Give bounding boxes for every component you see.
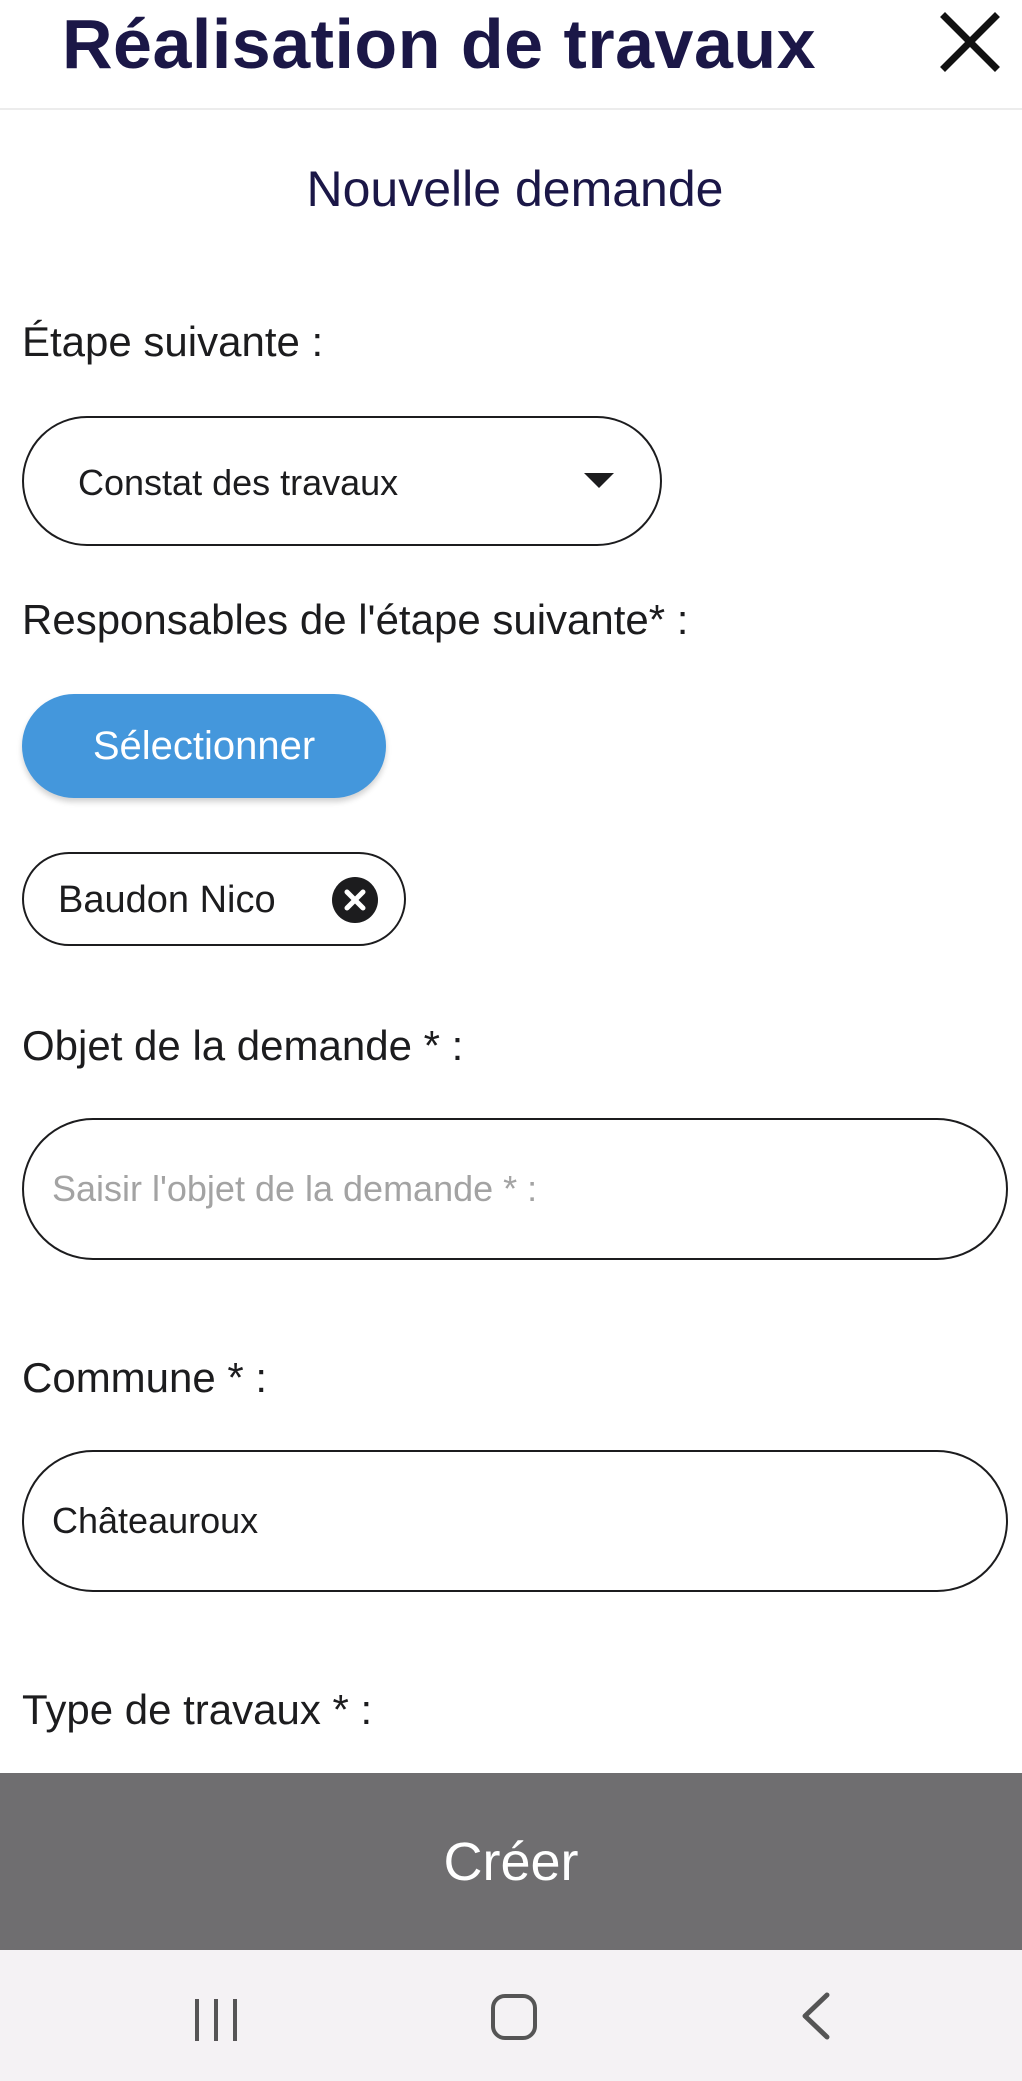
- objet-input[interactable]: [52, 1164, 972, 1214]
- create-button[interactable]: Créer: [0, 1773, 1022, 1950]
- commune-input[interactable]: [52, 1496, 972, 1546]
- caret-down-icon: [584, 473, 614, 488]
- objet-label: Objet de la demande * :: [22, 1022, 464, 1069]
- nav-recent-apps-button[interactable]: [135, 1950, 295, 2081]
- recent-apps-icon: [195, 1999, 237, 2041]
- next-step-label: Étape suivante :: [22, 318, 324, 365]
- close-icon: [940, 12, 1000, 72]
- commune-label: Commune * :: [22, 1354, 268, 1401]
- back-icon: [802, 1992, 830, 2040]
- home-icon: [491, 1994, 537, 2040]
- responsable-chip: Baudon Nico: [22, 852, 406, 946]
- remove-chip-glyph: [344, 889, 366, 911]
- objet-field: [22, 1118, 1008, 1260]
- select-responsables-button[interactable]: Sélectionner: [22, 694, 386, 798]
- nav-back-button[interactable]: [735, 1950, 895, 2081]
- commune-field: [22, 1450, 1008, 1592]
- app-screen: Réalisation de travaux Nouvelle demande …: [0, 0, 1022, 2081]
- responsable-chip-label: Baudon Nico: [58, 879, 276, 921]
- form-subtitle: Nouvelle demande: [306, 161, 724, 217]
- close-circle-icon[interactable]: [332, 877, 378, 923]
- next-step-selected-value: Constat des travaux: [78, 462, 399, 503]
- app-header: Réalisation de travaux: [0, 0, 1022, 110]
- system-nav-bar: [0, 1950, 1022, 2081]
- type-travaux-label: Type de travaux * :: [22, 1686, 373, 1733]
- nav-home-button[interactable]: [435, 1950, 595, 2081]
- next-step-select[interactable]: Constat des travaux: [22, 416, 662, 546]
- close-button[interactable]: [925, 0, 1015, 84]
- responsables-label: Responsables de l'étape suivante* :: [22, 596, 689, 643]
- page-title: Réalisation de travaux: [62, 5, 817, 83]
